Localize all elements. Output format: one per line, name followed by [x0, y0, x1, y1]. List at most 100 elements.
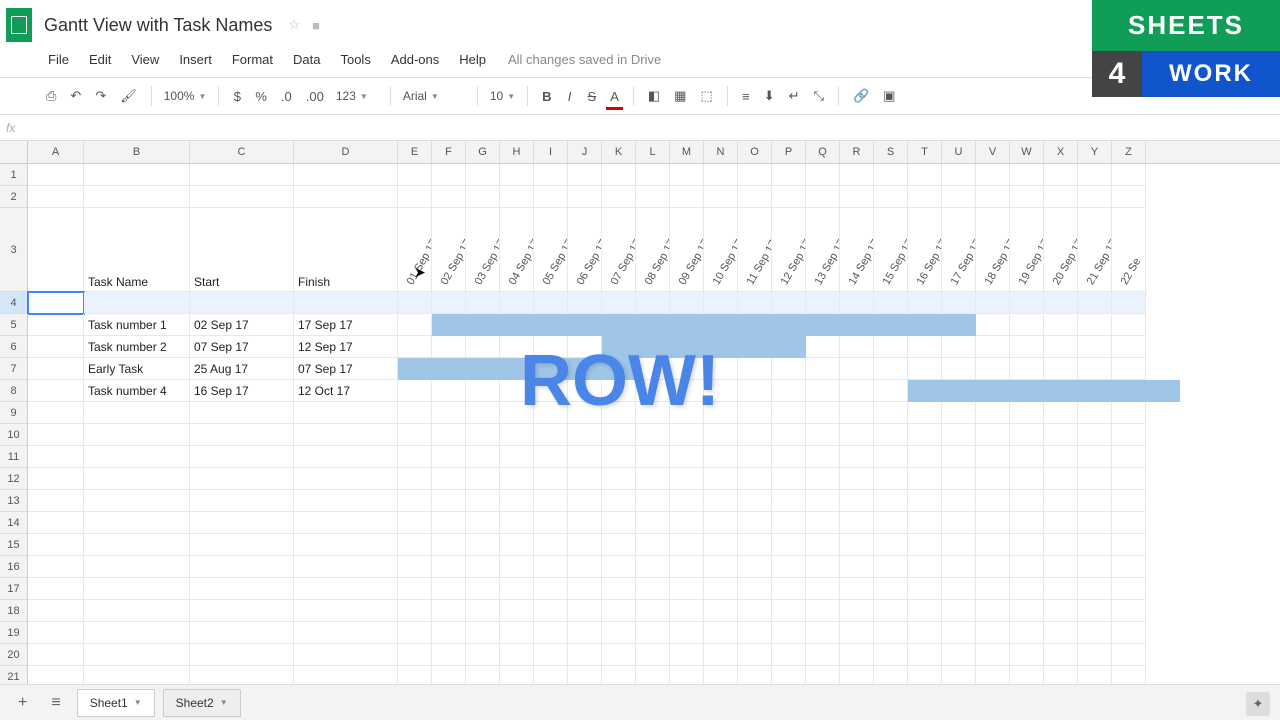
cell-F6[interactable] [432, 336, 466, 358]
cell-C19[interactable] [190, 622, 294, 644]
cell-L14[interactable] [636, 512, 670, 534]
cell-S4[interactable] [874, 292, 908, 314]
cell-N19[interactable] [704, 622, 738, 644]
cell-I18[interactable] [534, 600, 568, 622]
cell-T13[interactable] [908, 490, 942, 512]
cell-H9[interactable] [500, 402, 534, 424]
cell-U19[interactable] [942, 622, 976, 644]
cell-T7[interactable] [908, 358, 942, 380]
cell-X4[interactable] [1044, 292, 1078, 314]
cell-L7[interactable] [636, 358, 670, 380]
cell-Z6[interactable] [1112, 336, 1146, 358]
cell-Z3[interactable]: 22 Se [1112, 208, 1146, 292]
cell-G3[interactable]: 03 Sep 17 [466, 208, 500, 292]
cell-A19[interactable] [28, 622, 84, 644]
cell-H12[interactable] [500, 468, 534, 490]
cell-C12[interactable] [190, 468, 294, 490]
cell-A4[interactable] [28, 292, 84, 314]
cell-K3[interactable]: 07 Sep 17 [602, 208, 636, 292]
cell-U11[interactable] [942, 446, 976, 468]
cell-Q11[interactable] [806, 446, 840, 468]
cell-Q20[interactable] [806, 644, 840, 666]
cell-Q14[interactable] [806, 512, 840, 534]
cell-X18[interactable] [1044, 600, 1078, 622]
cell-U4[interactable] [942, 292, 976, 314]
cell-A8[interactable] [28, 380, 84, 402]
cell-E9[interactable] [398, 402, 432, 424]
cell-R13[interactable] [840, 490, 874, 512]
cell-J17[interactable] [568, 578, 602, 600]
fill-color-icon[interactable]: ◧ [642, 84, 666, 108]
cell-I19[interactable] [534, 622, 568, 644]
cell-V15[interactable] [976, 534, 1010, 556]
cell-P3[interactable]: 12 Sep 17 [772, 208, 806, 292]
cell-T10[interactable] [908, 424, 942, 446]
cell-V6[interactable] [976, 336, 1010, 358]
cell-J20[interactable] [568, 644, 602, 666]
cell-W10[interactable] [1010, 424, 1044, 446]
cell-W11[interactable] [1010, 446, 1044, 468]
cell-W15[interactable] [1010, 534, 1044, 556]
cell-E19[interactable] [398, 622, 432, 644]
cell-R8[interactable] [840, 380, 874, 402]
cell-V11[interactable] [976, 446, 1010, 468]
cell-N16[interactable] [704, 556, 738, 578]
cell-L13[interactable] [636, 490, 670, 512]
number-format-select[interactable]: 123▼ [332, 87, 382, 105]
cell-X7[interactable] [1044, 358, 1078, 380]
cell-X6[interactable] [1044, 336, 1078, 358]
cell-G8[interactable] [466, 380, 500, 402]
cell-D3[interactable]: Finish [294, 208, 398, 292]
cell-H1[interactable] [500, 164, 534, 186]
cell-M20[interactable] [670, 644, 704, 666]
cell-J8[interactable] [568, 380, 602, 402]
formula-bar[interactable]: fx [0, 115, 1280, 141]
cell-L9[interactable] [636, 402, 670, 424]
cell-C1[interactable] [190, 164, 294, 186]
cell-Z17[interactable] [1112, 578, 1146, 600]
cell-A6[interactable] [28, 336, 84, 358]
cell-R18[interactable] [840, 600, 874, 622]
cell-I8[interactable] [534, 380, 568, 402]
cell-O17[interactable] [738, 578, 772, 600]
cell-J14[interactable] [568, 512, 602, 534]
cell-W3[interactable]: 19 Sep 17 [1010, 208, 1044, 292]
cell-I2[interactable] [534, 186, 568, 208]
explore-icon[interactable]: ✦ [1246, 692, 1270, 716]
cell-N9[interactable] [704, 402, 738, 424]
decrease-decimal-icon[interactable]: .0 [275, 85, 298, 108]
cell-F19[interactable] [432, 622, 466, 644]
cell-A12[interactable] [28, 468, 84, 490]
cell-R9[interactable] [840, 402, 874, 424]
cell-I13[interactable] [534, 490, 568, 512]
cell-W13[interactable] [1010, 490, 1044, 512]
cell-X2[interactable] [1044, 186, 1078, 208]
cell-B4[interactable] [84, 292, 190, 314]
cell-T4[interactable] [908, 292, 942, 314]
cell-P20[interactable] [772, 644, 806, 666]
cell-O12[interactable] [738, 468, 772, 490]
cell-I1[interactable] [534, 164, 568, 186]
text-color-icon[interactable]: A [604, 85, 625, 108]
cell-S7[interactable] [874, 358, 908, 380]
cell-K15[interactable] [602, 534, 636, 556]
cell-H6[interactable] [500, 336, 534, 358]
cell-K4[interactable] [602, 292, 636, 314]
cell-Z10[interactable] [1112, 424, 1146, 446]
cell-O13[interactable] [738, 490, 772, 512]
cell-K11[interactable] [602, 446, 636, 468]
text-rotation-icon[interactable]: ⤡ [808, 84, 830, 108]
cell-V12[interactable] [976, 468, 1010, 490]
cell-J9[interactable] [568, 402, 602, 424]
h-align-icon[interactable]: ≡ [736, 85, 756, 108]
cell-V10[interactable] [976, 424, 1010, 446]
document-title[interactable]: Gantt View with Task Names [44, 15, 272, 36]
cell-N20[interactable] [704, 644, 738, 666]
cell-P14[interactable] [772, 512, 806, 534]
cell-L16[interactable] [636, 556, 670, 578]
insert-comment-icon[interactable]: ▣ [877, 84, 901, 108]
cell-D4[interactable] [294, 292, 398, 314]
cell-Y18[interactable] [1078, 600, 1112, 622]
cell-P19[interactable] [772, 622, 806, 644]
cell-Y20[interactable] [1078, 644, 1112, 666]
